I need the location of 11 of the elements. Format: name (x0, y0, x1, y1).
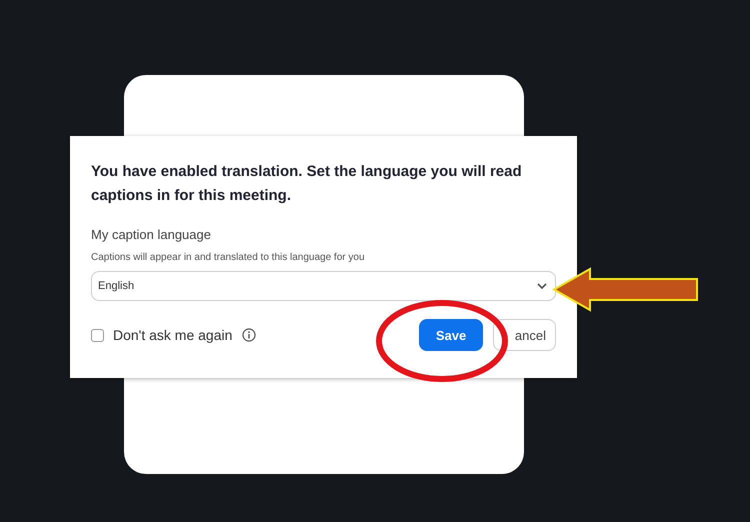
dropdown-value: English (98, 280, 134, 292)
field-label: My caption language (91, 227, 212, 242)
dialog-title: You have enabled translation. Set the language you will read captions in for this meeting. (91, 162, 523, 206)
checkbox[interactable] (91, 328, 104, 342)
cancel-button[interactable]: ancel (493, 319, 556, 351)
info-icon[interactable] (242, 328, 256, 342)
save-button[interactable]: Save (419, 319, 483, 351)
field-hint: Captions will appear in and translated to this language for you (91, 252, 366, 263)
language-dropdown[interactable]: English (91, 271, 556, 301)
checkbox-label: Don't ask me again (113, 327, 232, 343)
chevron-down-icon (537, 283, 547, 289)
